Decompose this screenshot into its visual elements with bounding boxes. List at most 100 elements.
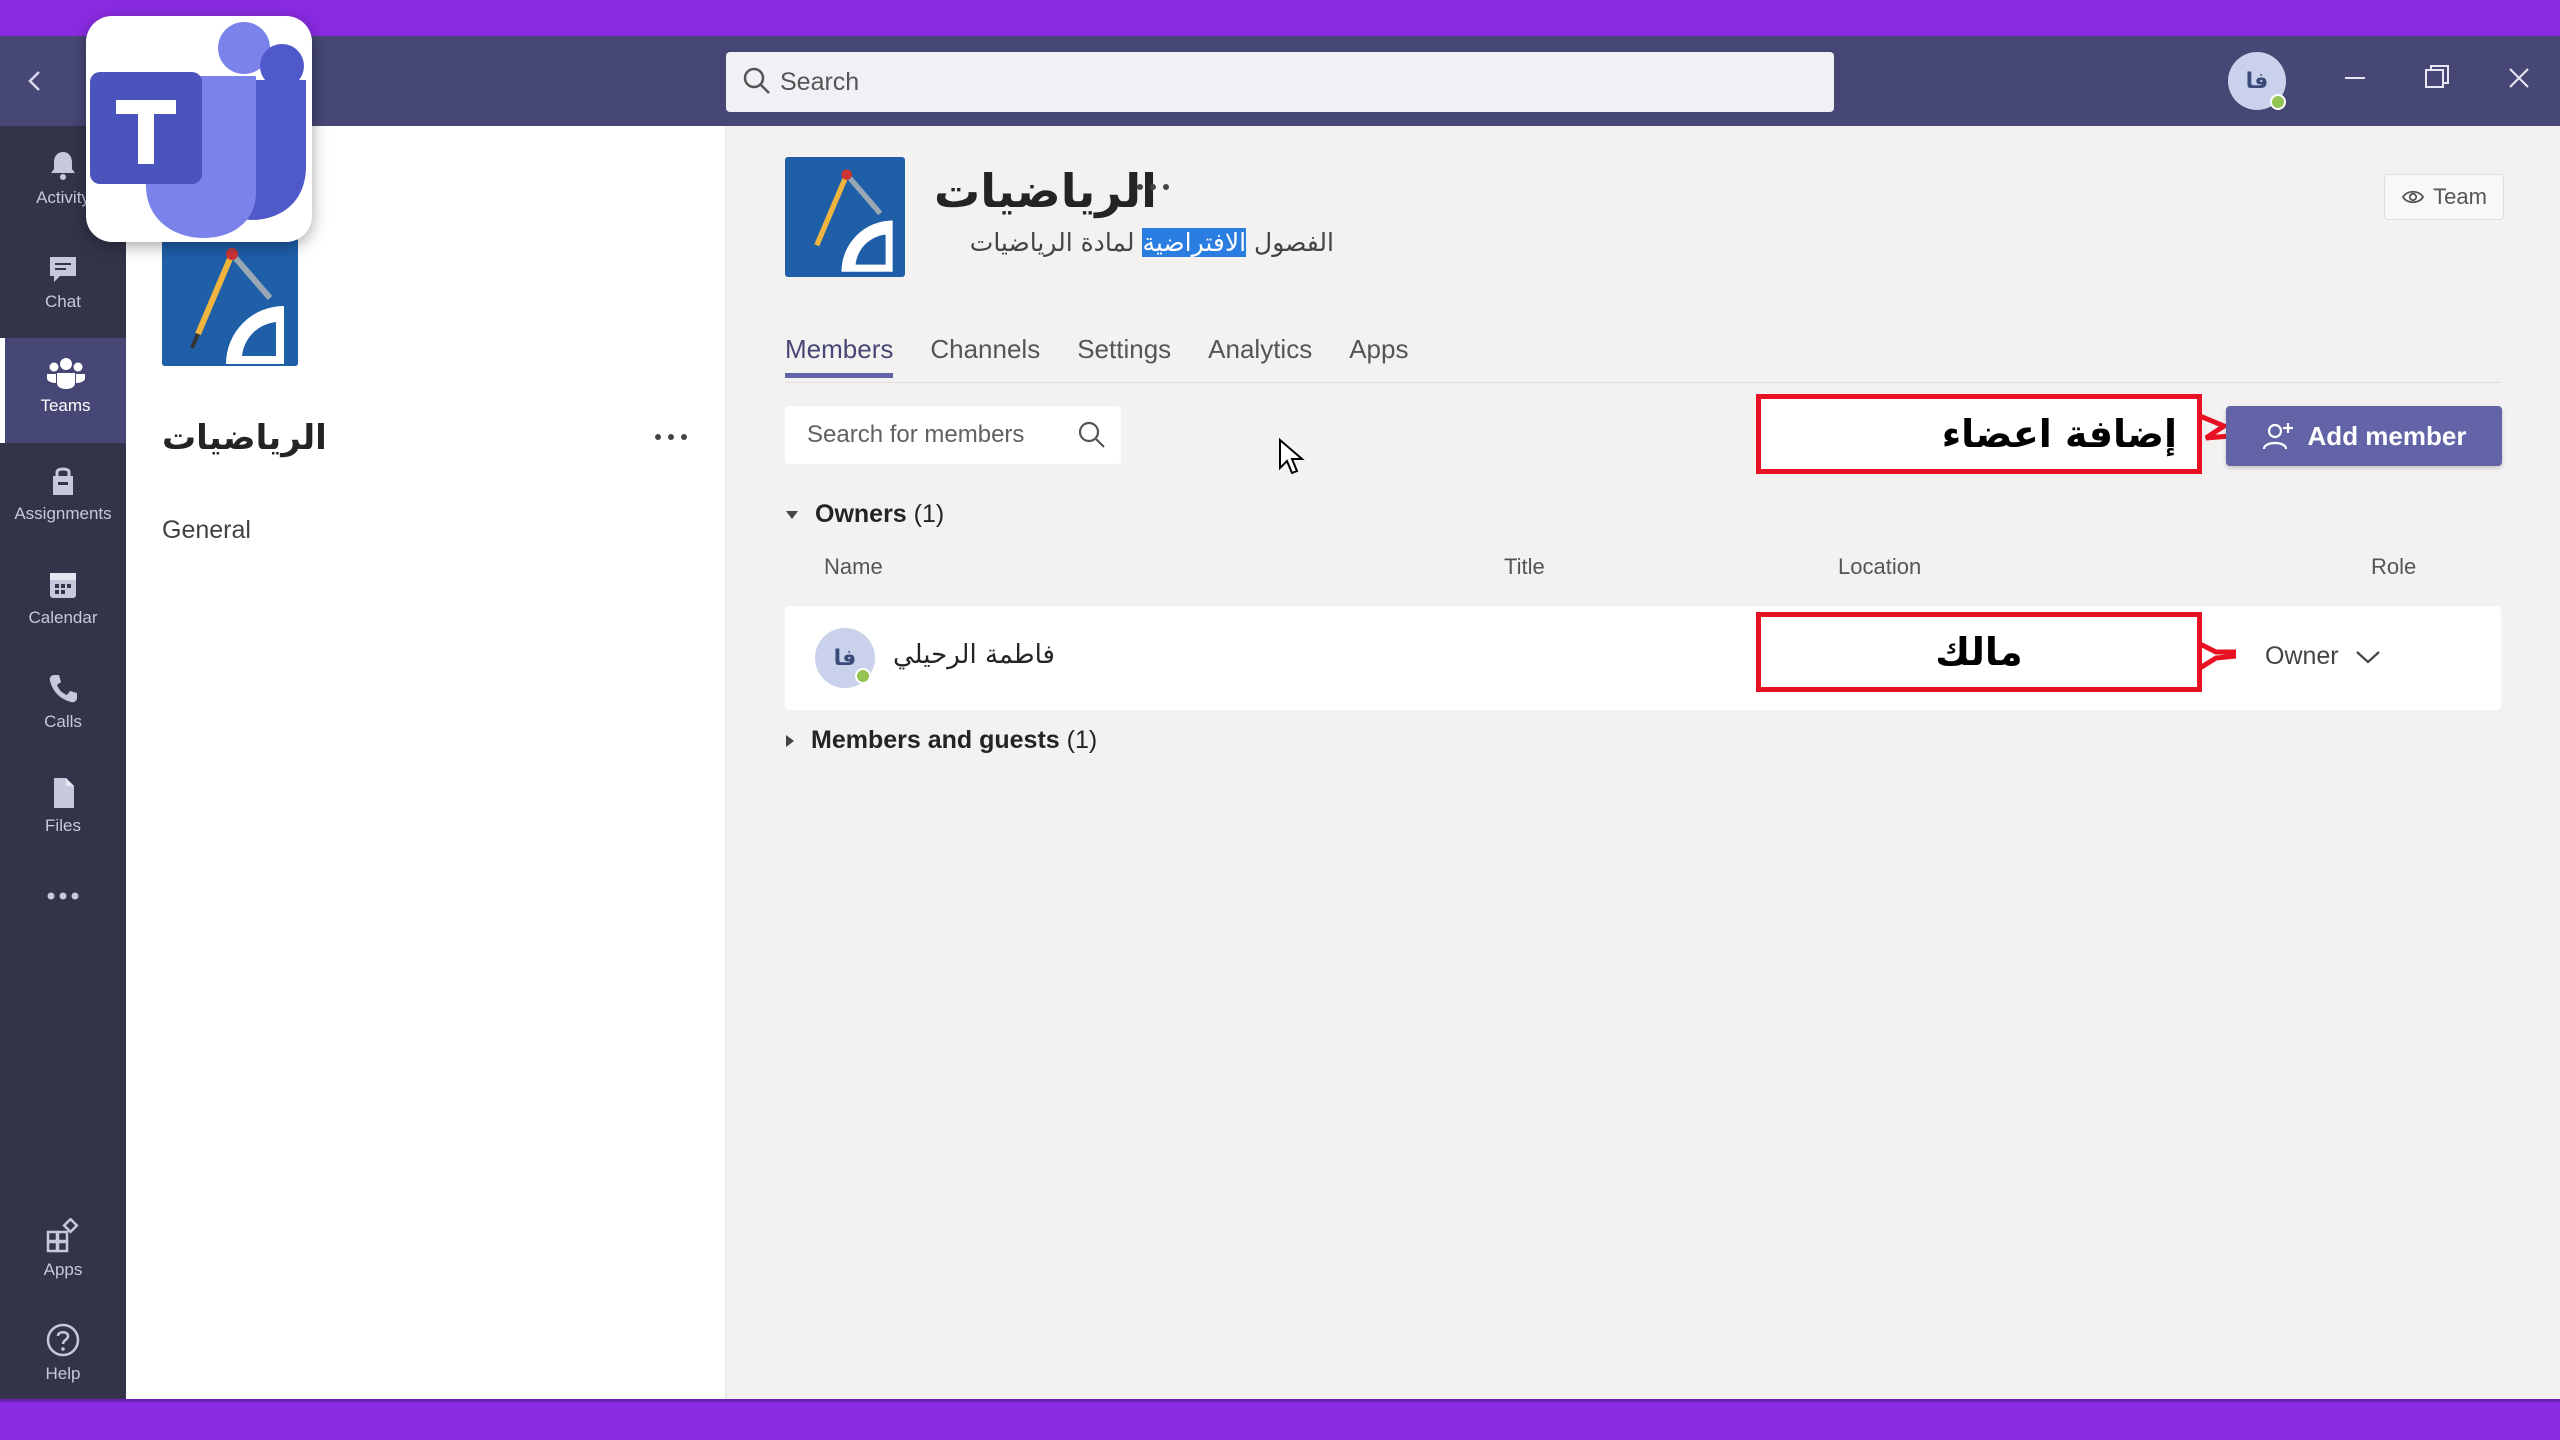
mouse-cursor-icon [1279, 438, 1305, 475]
header-team-logo [785, 157, 905, 277]
owners-count: (1) [913, 500, 945, 528]
team-more-options-button[interactable] [1136, 162, 1170, 201]
profile-avatar[interactable]: فا [2228, 52, 2286, 110]
avatar-initials: فا [833, 645, 857, 670]
description-part: لمادة الرياضيات [969, 228, 1143, 257]
rail-label-calendar: Calendar [28, 608, 98, 627]
frame-top-border [0, 0, 2560, 36]
frame-bottom-border [0, 1399, 2560, 1440]
rail-label-teams: Teams [40, 396, 91, 415]
description-part: الفصول [1246, 228, 1334, 257]
column-header-role[interactable]: Role [2371, 554, 2416, 580]
rail-item-files[interactable]: Files [0, 758, 126, 858]
rail-item-calls[interactable]: Calls [0, 654, 126, 754]
chevron-down-icon [2355, 650, 2380, 663]
tab-apps[interactable]: Apps [1349, 334, 1408, 378]
search-icon [743, 67, 770, 94]
title-bar: Search فا [0, 36, 2560, 126]
minimize-button[interactable] [2332, 58, 2378, 104]
member-search-placeholder: Search for members [807, 421, 1025, 448]
column-header-location[interactable]: Location [1838, 554, 1921, 580]
caret-down-icon [786, 510, 798, 519]
rail-item-assignments[interactable]: Assignments [0, 446, 126, 546]
minimize-icon [2345, 77, 2365, 79]
table-row[interactable]: فا فاطمة الرحيلي Owner [785, 606, 2501, 710]
phone-icon [49, 675, 77, 703]
search-placeholder: Search [780, 67, 860, 96]
more-apps-button[interactable] [0, 866, 126, 926]
tabs-divider [785, 382, 2501, 383]
role-dropdown[interactable]: Owner [2265, 642, 2381, 671]
avatar-initials: فا [2245, 68, 2269, 93]
close-button[interactable] [2496, 58, 2542, 104]
team-sidebar: الرياضيات General [126, 126, 726, 1399]
tab-channels[interactable]: Channels [930, 334, 1040, 378]
eye-icon [2402, 190, 2425, 204]
rail-item-help[interactable]: Help [0, 1304, 126, 1404]
geometry-tools-icon [162, 238, 298, 366]
members-guests-label: Members and guests [811, 726, 1060, 754]
rail-item-calendar[interactable]: Calendar [0, 550, 126, 650]
avatar: فا [815, 628, 875, 688]
help-icon [46, 1323, 80, 1357]
chat-icon [50, 257, 76, 282]
search-icon [1078, 421, 1105, 448]
rail-item-chat[interactable]: Chat [0, 234, 126, 334]
rail-label-chat: Chat [45, 292, 81, 311]
channel-general[interactable]: General [162, 516, 251, 545]
chevron-left-icon [28, 71, 40, 91]
rail-item-apps[interactable]: Apps [0, 1200, 126, 1300]
rail-label-help: Help [45, 1364, 81, 1383]
tab-analytics[interactable]: Analytics [1208, 334, 1312, 378]
restore-icon [2425, 65, 2449, 88]
role-value: Owner [2265, 642, 2339, 670]
assignments-icon [53, 467, 73, 495]
team-management-pane: الرياضيات الفصول الافتراضية لمادة الرياض… [726, 126, 2560, 1399]
members-section-toggle[interactable]: Members and guests (1) [785, 726, 1097, 755]
app-bar: Activity Chat Teams Assignments Calendar… [0, 126, 126, 1399]
presence-available-icon [855, 668, 871, 684]
teams-icon [46, 358, 85, 389]
description-selected-text: الافتراضية [1142, 228, 1247, 257]
file-icon [54, 778, 74, 808]
team-logo [162, 238, 298, 366]
back-button[interactable] [18, 64, 52, 98]
team-title: الرياضيات [934, 164, 1157, 218]
member-name: فاطمة الرحيلي [893, 640, 1055, 670]
sidebar-more-options-button[interactable] [654, 416, 688, 450]
rail-item-teams[interactable]: Teams [0, 338, 126, 443]
add-member-label: Add member [2307, 420, 2467, 451]
teams-app-logo [86, 16, 312, 242]
owners-section-toggle[interactable]: Owners (1) [785, 500, 944, 529]
bell-icon [51, 152, 75, 180]
caret-right-icon [786, 734, 794, 747]
more-dots-icon [1137, 184, 1169, 190]
team-tabs: Members Channels Settings Analytics Apps [785, 334, 1408, 378]
column-header-title[interactable]: Title [1504, 554, 1545, 580]
annotation-add-members: إضافة اعضاء [1756, 394, 2202, 474]
microsoft-teams-logo-icon [90, 22, 306, 238]
members-guests-count: (1) [1066, 726, 1098, 754]
global-search-input[interactable]: Search [726, 52, 1834, 112]
team-visibility-button[interactable]: Team [2384, 174, 2504, 220]
tab-members[interactable]: Members [785, 334, 894, 378]
close-icon [2509, 68, 2529, 88]
rail-label-apps: Apps [43, 1260, 83, 1279]
team-button-label: Team [2433, 184, 2487, 209]
owners-label: Owners [815, 500, 907, 528]
column-header-name[interactable]: Name [824, 554, 883, 580]
rail-label-files: Files [45, 816, 81, 835]
geometry-tools-icon [785, 160, 905, 274]
annotation-owner: مالك [1756, 612, 2202, 692]
rail-label-calls: Calls [44, 712, 82, 731]
restore-button[interactable] [2414, 58, 2460, 104]
annotation-arrow-icon [2200, 641, 2237, 671]
more-dots-icon [47, 892, 79, 900]
add-member-button[interactable]: Add member [2226, 406, 2502, 466]
presence-available-icon [2270, 94, 2286, 110]
sidebar-team-name[interactable]: الرياضيات [162, 418, 327, 458]
rail-label-assignments: Assignments [14, 504, 112, 523]
member-search-input[interactable]: Search for members [785, 406, 1121, 464]
tab-settings[interactable]: Settings [1077, 334, 1171, 378]
more-dots-icon [655, 434, 687, 440]
